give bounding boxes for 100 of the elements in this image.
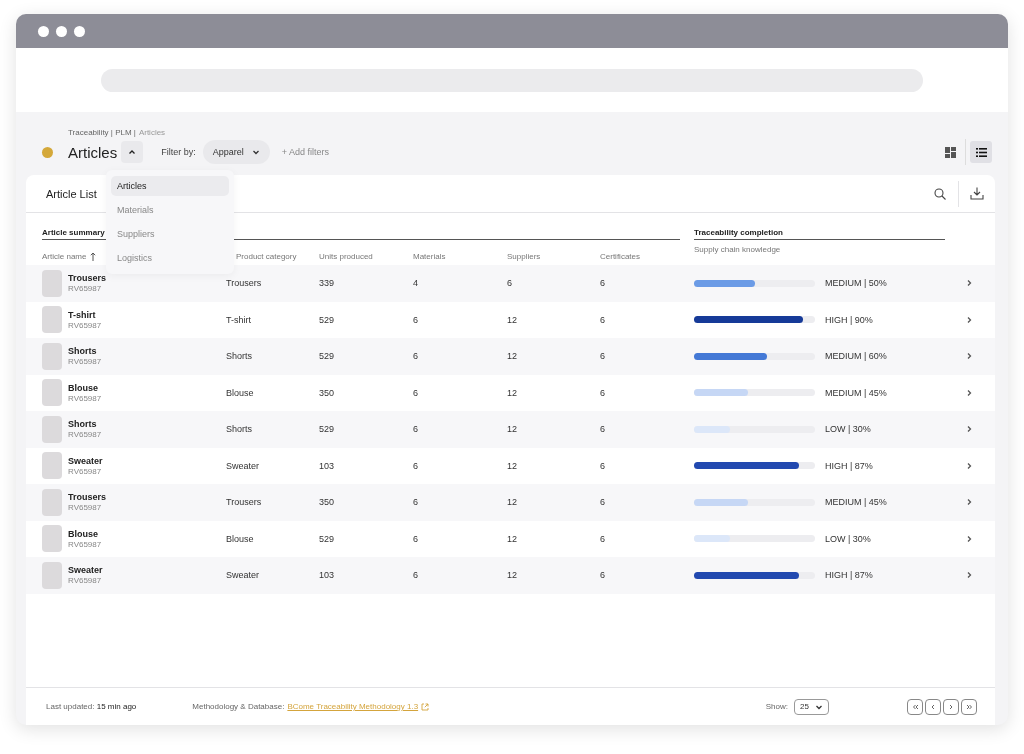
article-code: RV65987	[68, 539, 102, 549]
table-cell-text: 103	[319, 570, 336, 581]
chevron-right-icon	[965, 534, 973, 543]
chevron-right-icon	[965, 498, 973, 507]
breadcrumb-path[interactable]: Traceability | PLM |	[68, 128, 136, 137]
table-cell-text: 12	[507, 570, 518, 581]
photo-placeholder	[42, 488, 62, 516]
photo-placeholder	[42, 525, 62, 553]
table-cell-text: 6	[600, 387, 606, 398]
chevron-right-icon	[965, 279, 973, 288]
table-cell-text: 6	[413, 460, 419, 471]
sort-arrow-icon	[90, 251, 97, 261]
table-cell-text: 350	[319, 387, 336, 398]
article-code: RV65987	[68, 320, 102, 330]
table-cell-text: 12	[507, 351, 518, 362]
menu-toggle-button[interactable]	[121, 141, 144, 163]
card-title: Article List	[46, 187, 97, 200]
breadcrumb-current: Articles	[138, 128, 166, 137]
window-dot	[74, 25, 85, 37]
menu-item[interactable]: Articles	[111, 176, 229, 196]
table-cell-text: 529	[319, 424, 336, 435]
menu-item[interactable]: Materials	[111, 200, 229, 220]
table-cell-text: T-shirt	[226, 314, 252, 325]
photo-placeholder	[42, 269, 62, 297]
table-cell-text: 6	[600, 351, 606, 362]
next-page-button[interactable]	[943, 698, 959, 715]
table-cell-text: 103	[319, 460, 336, 471]
table-cell-text: 6	[413, 533, 419, 544]
menu-item[interactable]: Logistics	[111, 248, 229, 268]
table-cell-text: 6	[507, 278, 513, 289]
completion-label: HIGH | 90%	[825, 314, 874, 325]
last-updated-text: Last updated: 15 min ago	[46, 702, 137, 711]
article-name[interactable]: Trousers	[68, 492, 107, 503]
article-code: RV65987	[68, 357, 102, 367]
page-title: Articles	[68, 143, 118, 161]
list-view-button[interactable]	[970, 141, 992, 163]
table-cell-text: 6	[600, 460, 606, 471]
chevron-right-icon	[965, 425, 973, 434]
table-cell-text: 350	[319, 497, 336, 508]
external-link-icon	[421, 702, 430, 711]
table-cell-text: 6	[600, 497, 606, 508]
article-name[interactable]: Trousers	[68, 273, 107, 284]
article-name[interactable]: Shorts	[68, 346, 102, 357]
table-cell-text: 12	[507, 387, 518, 398]
photo-placeholder	[42, 452, 62, 480]
column-header: Supply chain knowledge	[694, 244, 782, 254]
article-code: RV65987	[68, 466, 103, 476]
search-icon	[934, 187, 946, 200]
article-name[interactable]: Sweater	[68, 455, 103, 466]
table-cell-text: Shorts	[226, 424, 253, 435]
table-cell-text: 12	[507, 533, 518, 544]
completion-label: MEDIUM | 45%	[825, 497, 888, 508]
page-size-dropdown[interactable]: 25	[794, 698, 829, 715]
completion-label: MEDIUM | 60%	[825, 351, 888, 362]
table-cell-text: Shorts	[226, 351, 253, 362]
window-dot	[38, 25, 49, 37]
chevron-right-icon	[949, 703, 953, 710]
completion-label: LOW | 30%	[825, 424, 872, 435]
article-name[interactable]: T-shirt	[68, 309, 102, 320]
filter-dropdown[interactable]: Apparel	[202, 140, 270, 164]
table-cell-text: 529	[319, 533, 336, 544]
column-header: Certificates	[600, 250, 641, 261]
table-cell-text: 6	[600, 533, 606, 544]
article-name[interactable]: Blouse	[68, 382, 102, 393]
table-cell-text: Trousers	[226, 497, 263, 508]
table-cell-text: 6	[600, 278, 606, 289]
column-header: Product category	[235, 250, 298, 261]
article-code: RV65987	[68, 430, 102, 440]
table-cell-text: 12	[507, 460, 518, 471]
photo-placeholder	[42, 415, 62, 443]
article-name[interactable]: Blouse	[68, 528, 102, 539]
chevron-icon	[128, 148, 137, 156]
download-icon	[970, 187, 984, 200]
table-cell-text: 6	[413, 387, 419, 398]
article-name[interactable]: Shorts	[68, 419, 102, 430]
article-code: RV65987	[68, 576, 103, 586]
article-code: RV65987	[68, 393, 102, 403]
table-cell-text: Blouse	[226, 533, 255, 544]
table-cell-text: 12	[507, 497, 518, 508]
list-icon	[975, 147, 987, 157]
double-chevron-left-icon	[911, 703, 919, 710]
table-cell-text: 339	[319, 278, 336, 289]
photo-placeholder	[42, 561, 62, 589]
column-header[interactable]: Article name	[42, 245, 97, 261]
chevron-right-icon	[965, 352, 973, 361]
table-cell-text: 529	[319, 314, 336, 325]
table-cell-text: 6	[413, 497, 419, 508]
methodology-label: Methodology & Database:	[192, 702, 285, 711]
first-page-button[interactable]	[907, 698, 923, 715]
table-cell-text: 4	[413, 278, 419, 289]
last-page-button[interactable]	[961, 698, 977, 715]
previous-page-button[interactable]	[925, 698, 941, 715]
article-code: RV65987	[68, 284, 103, 294]
menu-item[interactable]: Suppliers	[111, 224, 229, 244]
article-name[interactable]: Sweater	[68, 565, 103, 576]
column-header: Suppliers	[507, 250, 542, 261]
photo-placeholder	[42, 306, 62, 334]
completion-label: MEDIUM | 50%	[825, 278, 888, 289]
chevron-right-icon	[965, 315, 973, 324]
chevron-right-icon	[965, 388, 973, 397]
